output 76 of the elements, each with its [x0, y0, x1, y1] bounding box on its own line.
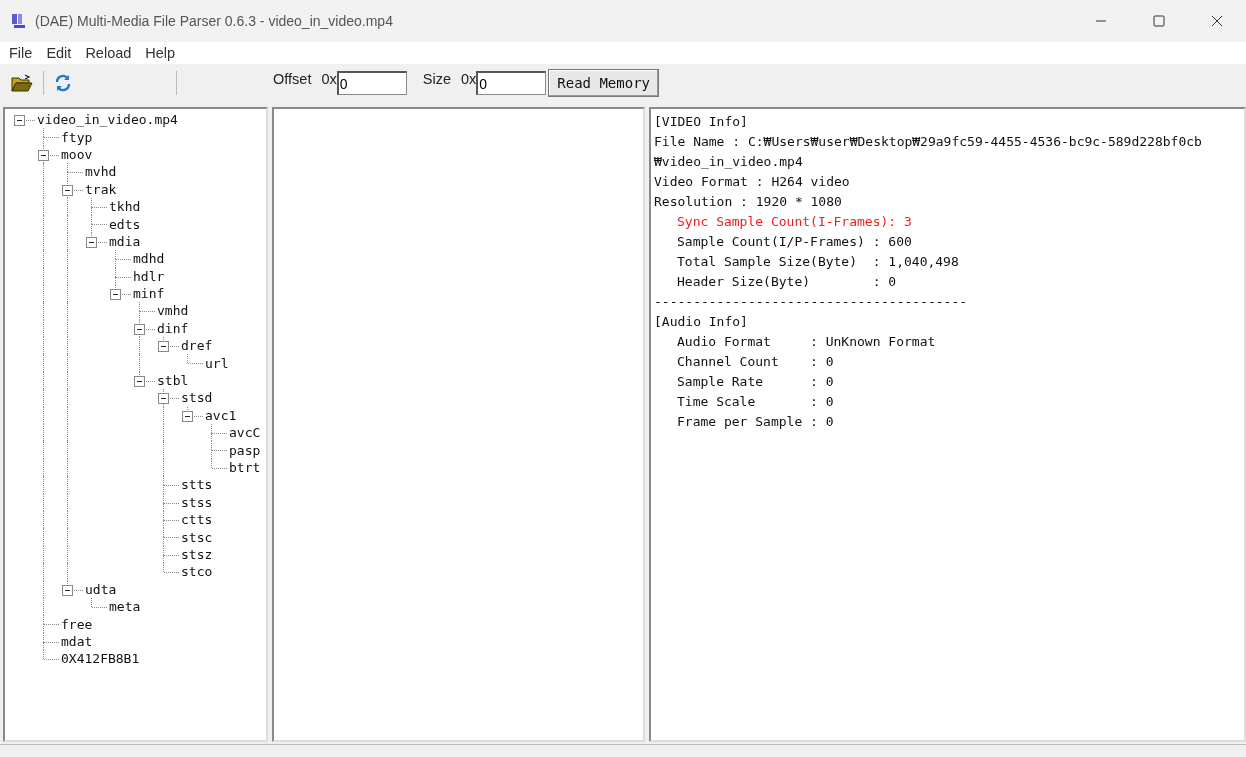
info-line: Total Sample Size(Byte) : 1,040,498: [676, 253, 960, 271]
tree-item[interactable]: stbl: [152, 373, 189, 389]
menu-item[interactable]: Reload: [78, 45, 139, 61]
expand-toggle[interactable]: [86, 236, 97, 248]
tree-item[interactable]: ctts: [176, 512, 213, 528]
refresh-icon[interactable]: [54, 74, 72, 92]
info-line: [VIDEO Info]: [654, 113, 749, 131]
size-label: Size: [422, 71, 451, 87]
tree-item[interactable]: moov: [56, 146, 93, 162]
info-line: Header Size(Byte) : 0: [676, 273, 898, 291]
tree-item[interactable]: udta: [80, 581, 117, 597]
maximize-icon: [1153, 15, 1165, 27]
info-line: ₩video_in_video.mp4: [654, 153, 804, 171]
info-line: Audio Format : UnKnown Format: [676, 333, 937, 351]
tree-item[interactable]: meta: [104, 599, 141, 615]
expand-toggle[interactable]: [134, 375, 145, 387]
read-memory-button[interactable]: Read Memory: [548, 69, 659, 97]
tree-item[interactable]: mdhd: [128, 251, 165, 267]
expand-toggle[interactable]: [14, 115, 25, 126]
info-line: Channel Count : 0: [676, 353, 835, 371]
tree-item[interactable]: ftyp: [56, 129, 93, 145]
tree-item[interactable]: dref: [176, 338, 213, 354]
tree-item[interactable]: hdlr: [128, 268, 165, 284]
info-line: Resolution : 1920 * 1080: [654, 193, 843, 211]
tree-item[interactable]: stss: [176, 494, 213, 510]
tree-item[interactable]: stsd: [176, 390, 213, 406]
tree-item[interactable]: stco: [176, 564, 213, 580]
offset-field[interactable]: 0: [336, 71, 407, 95]
menu-item[interactable]: File: [2, 45, 40, 61]
info-line: Sync Sample Count(I-Frames): 3: [676, 213, 913, 231]
hex-prefix: 0x: [460, 71, 477, 87]
open-folder-icon[interactable]: [11, 74, 33, 92]
offset-label: Offset: [273, 71, 312, 87]
info-line: File Name : C:₩Users₩user₩Desktop₩29a9fc59-4455-4536-bc9c-589d228bf0cb: [654, 133, 1203, 151]
tree-item[interactable]: vmhd: [152, 303, 189, 319]
tree-item[interactable]: trak: [80, 181, 117, 197]
app-icon: [11, 13, 27, 29]
expand-toggle[interactable]: [62, 184, 73, 196]
tree-item[interactable]: mvhd: [80, 164, 117, 180]
tree-item[interactable]: stts: [176, 477, 213, 493]
menu-item[interactable]: Edit: [39, 45, 79, 61]
tree-item[interactable]: free: [56, 616, 93, 632]
tree-item[interactable]: video_in_video.mp4: [32, 112, 178, 128]
info-line: [Audio Info]: [654, 313, 749, 331]
tree-item[interactable]: mdia: [104, 233, 141, 249]
expand-toggle[interactable]: [62, 584, 73, 596]
tree-item[interactable]: pasp: [224, 442, 261, 458]
tree-item[interactable]: avcC: [224, 425, 261, 441]
tree-item[interactable]: tkhd: [104, 199, 141, 215]
size-field[interactable]: 0: [476, 71, 547, 95]
info-line: Sample Count(I/P-Frames) : 600: [676, 233, 913, 251]
tree-item[interactable]: 0X412FB8B1: [56, 651, 140, 667]
tree-item[interactable]: mdat: [56, 633, 93, 649]
hex-prefix: 0x: [321, 71, 337, 87]
info-line: Video Format : H264 video: [654, 173, 851, 191]
menu-item[interactable]: Help: [138, 45, 183, 61]
tree-item[interactable]: avc1: [200, 407, 237, 423]
expand-toggle[interactable]: [110, 288, 121, 300]
tree-item[interactable]: dinf: [152, 320, 189, 336]
info-line: Frame per Sample : 0: [676, 413, 835, 431]
expand-toggle[interactable]: [134, 323, 145, 335]
info-line: Sample Rate : 0: [676, 373, 835, 391]
expand-toggle[interactable]: [182, 410, 193, 422]
window-title: (DAE) Multi-Media File Parser 0.6.3 - video_in_video.mp4: [35, 13, 393, 29]
tree-item[interactable]: stsc: [176, 529, 213, 545]
tree-item[interactable]: minf: [128, 286, 165, 302]
info-line: Time Scale : 0: [676, 393, 835, 411]
expand-toggle[interactable]: [38, 149, 49, 161]
close-icon: [1211, 15, 1223, 27]
info-line: ----------------------------------------: [654, 293, 969, 311]
expand-toggle[interactable]: [158, 393, 169, 405]
expand-toggle[interactable]: [158, 341, 169, 353]
tree-item[interactable]: edts: [104, 216, 141, 232]
tree-item[interactable]: url: [200, 355, 229, 371]
tree-item[interactable]: stsz: [176, 546, 213, 562]
tree-item[interactable]: btrt: [224, 460, 261, 475]
